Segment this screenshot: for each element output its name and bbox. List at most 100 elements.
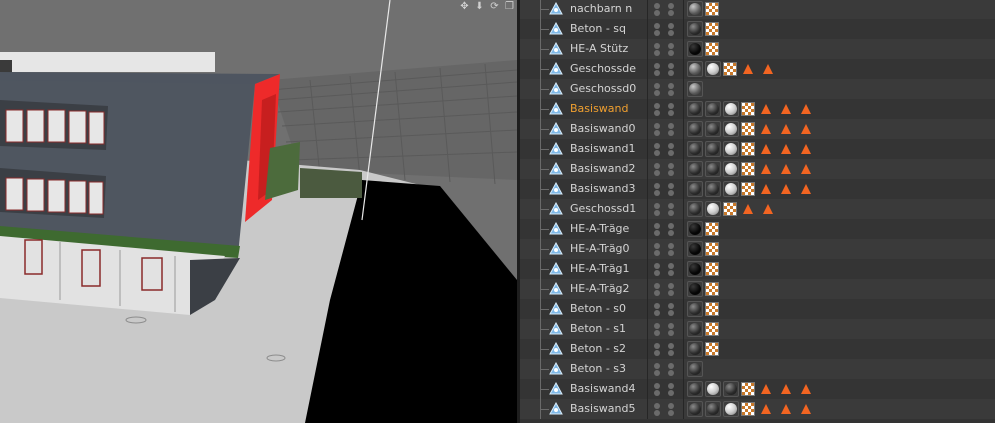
phong-tag-icon[interactable] (781, 384, 791, 394)
material-tag-icon[interactable] (723, 181, 739, 197)
uvw-tag-icon[interactable] (741, 402, 755, 416)
material-tag-icon[interactable] (687, 161, 703, 177)
layer-dot[interactable] (668, 203, 674, 209)
layer-dot-lower[interactable] (668, 170, 674, 176)
uvw-tag-icon[interactable] (705, 282, 719, 296)
layer-dot[interactable] (668, 283, 674, 289)
layer-dot[interactable] (668, 3, 674, 9)
layer-dot-lower[interactable] (668, 370, 674, 376)
move-icon[interactable]: ✥ (459, 1, 470, 12)
material-tag-icon[interactable] (687, 321, 703, 337)
phong-tag-icon[interactable] (761, 164, 771, 174)
layer-dot-lower[interactable] (668, 30, 674, 36)
material-tag-icon[interactable] (687, 281, 703, 297)
editor-visibility-dot[interactable] (654, 243, 660, 249)
uvw-tag-icon[interactable] (705, 242, 719, 256)
object-name[interactable]: Geschossd0 (570, 82, 636, 96)
object-name[interactable]: HE-A Stütz (570, 42, 628, 56)
object-name[interactable]: Geschossde (570, 62, 636, 76)
render-visibility-dot[interactable] (654, 350, 660, 356)
material-tag-icon[interactable] (687, 381, 703, 397)
material-tag-icon[interactable] (723, 101, 739, 117)
layer-dot-lower[interactable] (668, 50, 674, 56)
material-tag-icon[interactable] (705, 161, 721, 177)
material-tag-icon[interactable] (687, 61, 703, 77)
polygon-object-icon[interactable] (549, 162, 563, 176)
layer-dot[interactable] (668, 303, 674, 309)
material-tag-icon[interactable] (723, 141, 739, 157)
phong-tag-icon[interactable] (761, 124, 771, 134)
layer-dot[interactable] (668, 23, 674, 29)
object-name[interactable]: Basiswand3 (570, 182, 636, 196)
object-row[interactable]: Beton - s3 (520, 359, 995, 379)
object-row[interactable]: nachbarn n (520, 0, 995, 19)
object-row[interactable]: Basiswand2 (520, 159, 995, 179)
phong-tag-icon[interactable] (781, 104, 791, 114)
editor-visibility-dot[interactable] (654, 43, 660, 49)
polygon-object-icon[interactable] (549, 382, 563, 396)
phong-tag-icon[interactable] (761, 404, 771, 414)
phong-tag-icon[interactable] (781, 144, 791, 154)
uvw-tag-icon[interactable] (741, 142, 755, 156)
editor-visibility-dot[interactable] (654, 343, 660, 349)
material-tag-icon[interactable] (687, 81, 703, 97)
phong-tag-icon[interactable] (781, 124, 791, 134)
object-row[interactable]: Beton - sq (520, 19, 995, 39)
object-name[interactable]: Beton - s0 (570, 302, 626, 316)
object-row[interactable]: HE-A-Träg0 (520, 239, 995, 259)
render-visibility-dot[interactable] (654, 170, 660, 176)
material-tag-icon[interactable] (687, 241, 703, 257)
editor-visibility-dot[interactable] (654, 263, 660, 269)
object-row[interactable]: Basiswand4 (520, 379, 995, 399)
editor-visibility-dot[interactable] (654, 303, 660, 309)
editor-visibility-dot[interactable] (654, 23, 660, 29)
layer-dot[interactable] (668, 43, 674, 49)
polygon-object-icon[interactable] (549, 242, 563, 256)
material-tag-icon[interactable] (687, 361, 703, 377)
layer-dot[interactable] (668, 363, 674, 369)
polygon-object-icon[interactable] (549, 102, 563, 116)
uvw-tag-icon[interactable] (741, 162, 755, 176)
material-tag-icon[interactable] (687, 401, 703, 417)
object-row[interactable]: Beton - s2 (520, 339, 995, 359)
render-visibility-dot[interactable] (654, 410, 660, 416)
layer-dot[interactable] (668, 263, 674, 269)
material-tag-icon[interactable] (723, 381, 739, 397)
render-visibility-dot[interactable] (654, 150, 660, 156)
polygon-object-icon[interactable] (549, 302, 563, 316)
render-visibility-dot[interactable] (654, 230, 660, 236)
phong-tag-icon[interactable] (801, 184, 811, 194)
uvw-tag-icon[interactable] (705, 302, 719, 316)
polygon-object-icon[interactable] (549, 402, 563, 416)
polygon-object-icon[interactable] (549, 322, 563, 336)
object-name[interactable]: Basiswand1 (570, 142, 636, 156)
uvw-tag-icon[interactable] (705, 322, 719, 336)
editor-visibility-dot[interactable] (654, 363, 660, 369)
uvw-tag-icon[interactable] (705, 2, 719, 16)
layer-dot-lower[interactable] (668, 310, 674, 316)
uvw-tag-icon[interactable] (705, 342, 719, 356)
render-visibility-dot[interactable] (654, 30, 660, 36)
phong-tag-icon[interactable] (801, 404, 811, 414)
object-name[interactable]: Geschossd1 (570, 202, 636, 216)
layer-dot[interactable] (668, 403, 674, 409)
object-name[interactable]: HE-A-Träge (570, 222, 629, 236)
material-tag-icon[interactable] (687, 341, 703, 357)
material-tag-icon[interactable] (687, 41, 703, 57)
3d-viewport[interactable]: ✥ ⬇ ⟳ ❐ (0, 0, 517, 423)
layer-dot-lower[interactable] (668, 330, 674, 336)
uvw-tag-icon[interactable] (741, 382, 755, 396)
material-tag-icon[interactable] (723, 121, 739, 137)
layer-dot[interactable] (668, 143, 674, 149)
phong-tag-icon[interactable] (781, 164, 791, 174)
render-visibility-dot[interactable] (654, 210, 660, 216)
material-tag-icon[interactable] (687, 101, 703, 117)
editor-visibility-dot[interactable] (654, 403, 660, 409)
phong-tag-icon[interactable] (761, 184, 771, 194)
object-row[interactable]: Geschossd0 (520, 79, 995, 99)
render-visibility-dot[interactable] (654, 190, 660, 196)
object-name[interactable]: Beton - s1 (570, 322, 626, 336)
maximize-icon[interactable]: ❐ (504, 1, 515, 12)
uvw-tag-icon[interactable] (723, 202, 737, 216)
render-visibility-dot[interactable] (654, 10, 660, 16)
